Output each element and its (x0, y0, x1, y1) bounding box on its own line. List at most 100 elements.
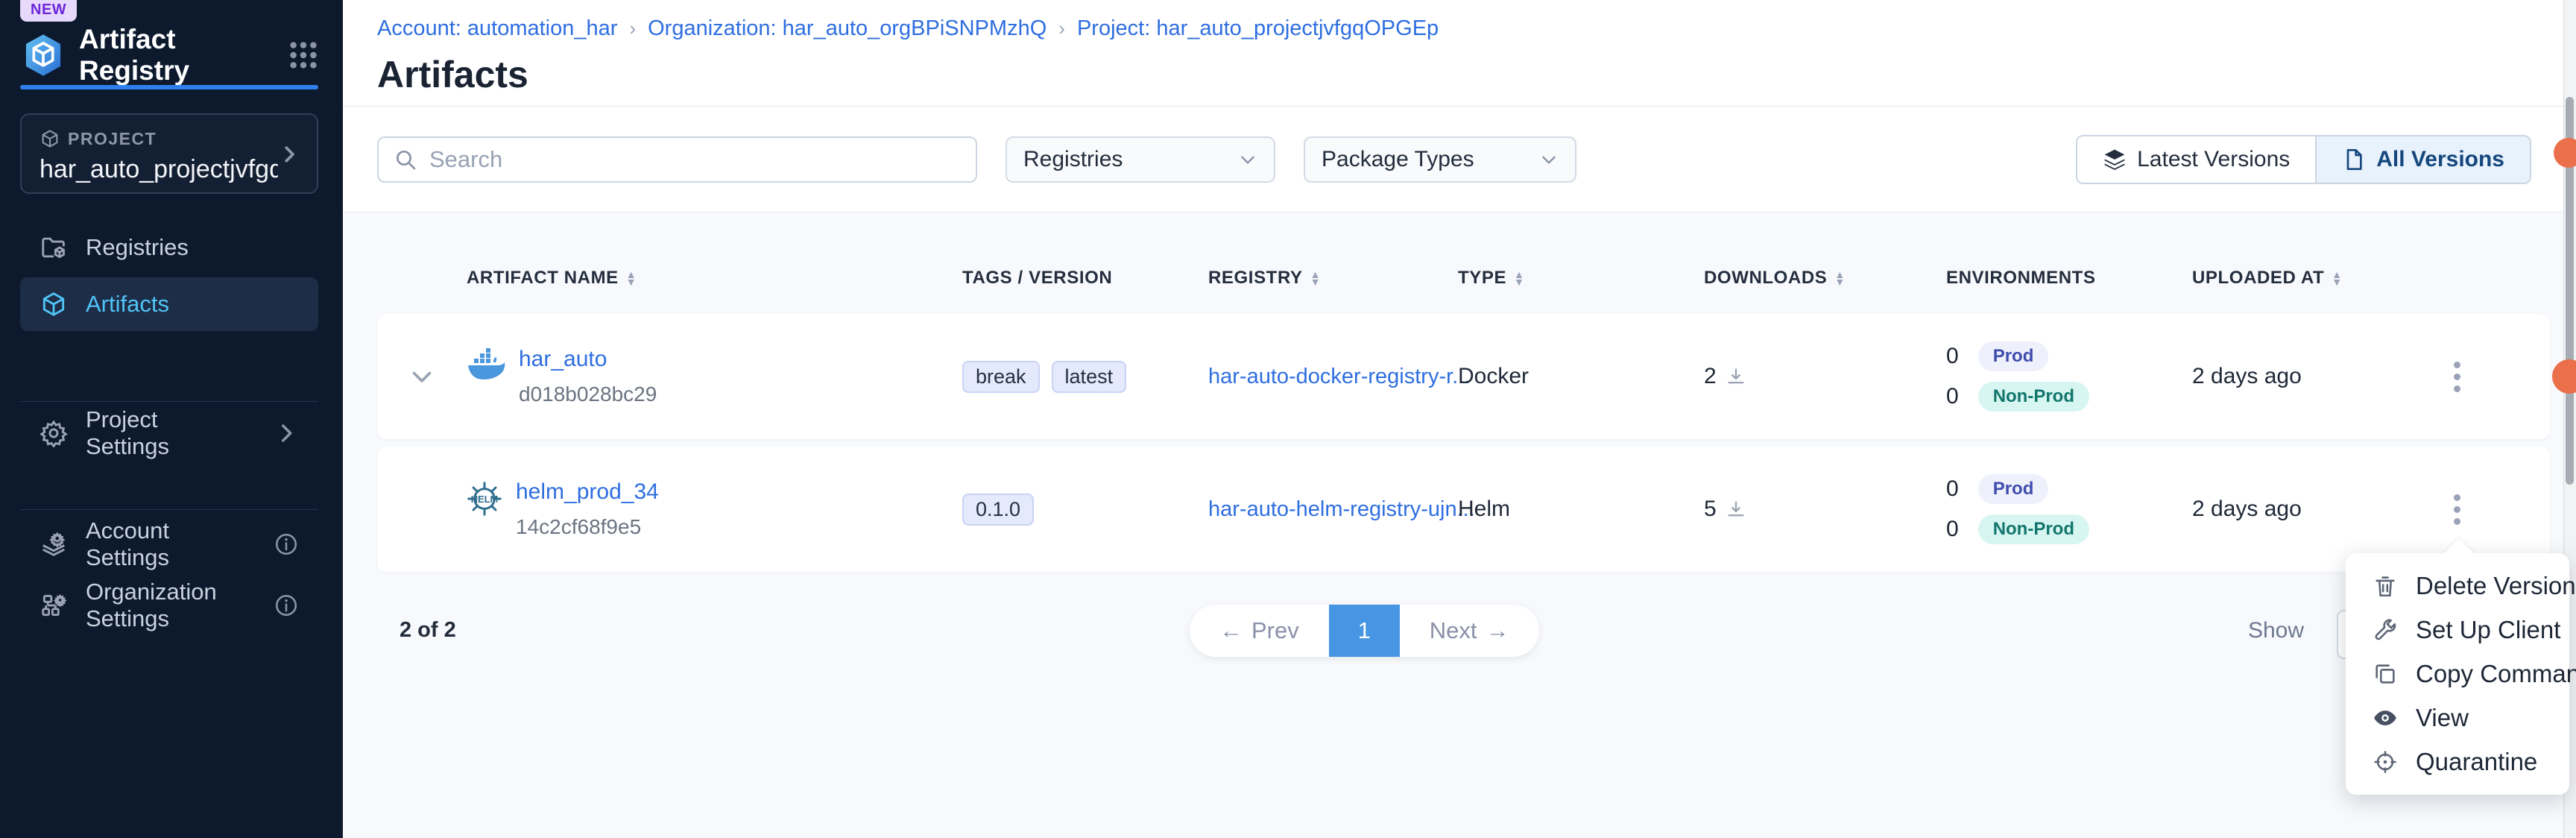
layers-icon (2103, 148, 2127, 171)
project-cube-icon (40, 128, 60, 149)
column-header-uploaded-at[interactable]: UPLOADED AT ▲▼ (2188, 268, 2431, 289)
tag-badge: break (962, 361, 1040, 393)
tag-badge: latest (1052, 361, 1127, 393)
menu-item-delete-version[interactable]: Delete Version (2346, 564, 2569, 608)
artifact-name-link[interactable]: har_auto (519, 347, 657, 372)
artifact-digest: 14c2cf68f9e5 (516, 515, 659, 539)
page-title: Artifacts (377, 53, 2576, 96)
sidebar-divider (20, 401, 318, 402)
gear-icon (40, 419, 68, 447)
wrench-icon (2373, 617, 2398, 643)
prod-env-count: 0 (1946, 476, 1959, 502)
results-summary: 2 of 2 (400, 618, 456, 643)
next-page-button[interactable]: Next → (1400, 605, 1539, 657)
sort-icon[interactable]: ▲▼ (1514, 271, 1524, 286)
nonprod-env-count: 0 (1946, 384, 1959, 409)
artifact-registry-logo-icon (22, 33, 64, 78)
prev-page-button[interactable]: ← Prev (1190, 605, 1329, 657)
artifact-name-link[interactable]: helm_prod_34 (516, 479, 659, 505)
artifacts-cube-icon (40, 290, 68, 318)
column-header-downloads[interactable]: DOWNLOADS ▲▼ (1700, 268, 1942, 289)
column-header-type[interactable]: TYPE ▲▼ (1454, 268, 1700, 289)
prod-env-count: 0 (1946, 344, 1959, 369)
chevron-down-icon (408, 363, 435, 390)
account-settings-icon (40, 530, 68, 558)
menu-item-copy-command[interactable]: Copy Command (2346, 652, 2569, 696)
project-selector[interactable]: PROJECT har_auto_projectjvfgq... (20, 113, 318, 194)
package-type: Helm (1454, 497, 1700, 522)
versions-toggle-group: Latest Versions All Versions (2076, 135, 2531, 184)
info-icon[interactable] (274, 593, 299, 618)
package-types-dropdown[interactable]: Package Types (1304, 136, 1576, 183)
sidebar-item-account-settings[interactable]: Account Settings (20, 517, 318, 571)
show-page-size-label: Show (2248, 618, 2304, 643)
row-actions-menu: Delete Version Set Up Client Copy Comman… (2346, 553, 2569, 795)
sidebar-item-registries[interactable]: Registries (20, 221, 318, 274)
sidebar-item-label: Organization Settings (86, 579, 238, 632)
prod-badge: Prod (1978, 474, 2049, 504)
menu-item-view[interactable]: View (2346, 696, 2569, 740)
sidebar: NEW Artifact Registry (0, 0, 343, 838)
trash-icon (2373, 573, 2398, 599)
breadcrumb-separator-icon: › (629, 17, 636, 40)
sort-icon[interactable]: ▲▼ (1834, 271, 1845, 286)
table-area: ARTIFACT NAME ▲▼ TAGS / VERSION REGISTRY… (343, 257, 2576, 838)
column-header-tags-version: TAGS / VERSION (959, 268, 1205, 289)
pager: ← Prev 1 Next → (1190, 605, 1539, 657)
sidebar-item-label: Registries (86, 234, 189, 261)
uploaded-at: 2 days ago (2188, 497, 2431, 522)
sidebar-item-organization-settings[interactable]: Organization Settings (20, 579, 318, 632)
column-header-artifact-name[interactable]: ARTIFACT NAME ▲▼ (463, 268, 959, 289)
app-switcher-grid-icon[interactable] (286, 38, 321, 72)
arrow-right-icon: → (1486, 617, 1509, 644)
table-header-row: ARTIFACT NAME ▲▼ TAGS / VERSION REGISTRY… (377, 257, 2550, 299)
main-area: Account: automation_har › Organization: … (343, 0, 2576, 838)
downloads-count: 5 (1704, 497, 1717, 522)
breadcrumb-separator-icon: › (1058, 17, 1065, 40)
nonprod-badge: Non-Prod (1978, 382, 2089, 412)
new-badge: NEW (20, 0, 77, 22)
project-name: har_auto_projectjvfgq... (40, 155, 278, 184)
registry-link[interactable]: har-auto-helm-registry-ujn... (1208, 497, 1475, 521)
chevron-right-icon (278, 143, 300, 166)
breadcrumb-organization[interactable]: Organization: har_auto_orgBPiSNPMzhQ (648, 16, 1046, 41)
sidebar-item-label: Account Settings (86, 517, 238, 571)
sidebar-item-artifacts[interactable]: Artifacts (20, 277, 318, 331)
row-actions-kebab-icon[interactable] (2434, 354, 2479, 400)
downloads-count: 2 (1704, 364, 1717, 389)
sort-icon[interactable]: ▲▼ (626, 271, 637, 286)
latest-versions-button[interactable]: Latest Versions (2077, 136, 2317, 183)
eye-icon (2373, 705, 2398, 731)
all-versions-button[interactable]: All Versions (2317, 136, 2530, 183)
info-icon[interactable] (274, 532, 299, 557)
download-icon (1726, 499, 1746, 520)
search-input[interactable] (429, 146, 961, 173)
uploaded-at: 2 days ago (2188, 364, 2431, 389)
column-header-environments: ENVIRONMENTS (1942, 268, 2188, 289)
current-page-button[interactable]: 1 (1329, 605, 1400, 657)
chevron-down-icon (1238, 150, 1257, 169)
row-actions-kebab-icon[interactable] (2434, 487, 2479, 532)
artifact-digest: d018b028bc29 (519, 382, 657, 406)
row-expander[interactable] (377, 363, 463, 390)
column-header-registry[interactable]: REGISTRY ▲▼ (1205, 268, 1454, 289)
sort-icon[interactable]: ▲▼ (1310, 271, 1321, 286)
sidebar-item-project-settings[interactable]: Project Settings (20, 406, 318, 460)
sort-icon[interactable]: ▲▼ (2332, 271, 2342, 286)
sidebar-accent-divider (20, 85, 318, 89)
all-versions-label: All Versions (2376, 147, 2504, 172)
breadcrumb-project[interactable]: Project: har_auto_projectjvfgqOPGEp (1077, 16, 1439, 41)
tag-badge: 0.1.0 (962, 494, 1034, 526)
registries-dropdown[interactable]: Registries (1006, 136, 1275, 183)
quarantine-crosshair-icon (2373, 749, 2398, 775)
menu-item-set-up-client[interactable]: Set Up Client (2346, 608, 2569, 652)
chevron-right-icon (274, 420, 299, 446)
chevron-down-icon (1539, 150, 1559, 169)
menu-item-quarantine[interactable]: Quarantine (2346, 740, 2569, 784)
organization-settings-icon (40, 591, 68, 620)
breadcrumb-account[interactable]: Account: automation_har (377, 16, 617, 41)
table-row-har-auto: har_auto d018b028bc29 break latest har-a… (377, 314, 2550, 439)
registries-folder-icon (40, 233, 68, 262)
nonprod-badge: Non-Prod (1978, 514, 2089, 544)
registry-link[interactable]: har-auto-docker-registry-r... (1208, 365, 1470, 388)
